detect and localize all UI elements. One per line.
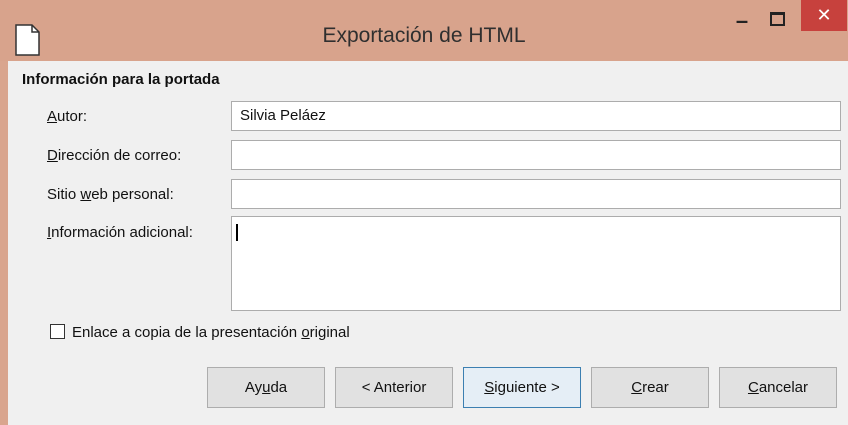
author-input[interactable]: Silvia Peláez <box>231 101 841 131</box>
maximize-button[interactable] <box>762 6 792 36</box>
next-button[interactable]: Siguiente > <box>463 367 581 408</box>
section-title: Información para la portada <box>22 71 220 88</box>
close-button[interactable]: ✕ <box>801 0 847 31</box>
help-button[interactable]: Ayuda <box>207 367 325 408</box>
email-input[interactable] <box>231 140 841 170</box>
window-title: Exportación de HTML <box>322 24 526 47</box>
back-button[interactable]: < Anterior <box>335 367 453 408</box>
text-caret <box>236 224 238 241</box>
create-button[interactable]: Crear <box>591 367 709 408</box>
link-original-label[interactable]: Enlace a copia de la presentación origin… <box>72 324 350 341</box>
minimize-button[interactable]: – <box>727 6 757 36</box>
website-label: Sitio web personal: <box>47 186 174 203</box>
additional-info-label: Información adicional: <box>47 224 193 241</box>
title-bar: Exportación de HTML – ✕ <box>0 0 848 61</box>
maximize-icon <box>770 12 785 26</box>
cancel-button[interactable]: Cancelar <box>719 367 837 408</box>
author-label: Autor: <box>47 108 88 125</box>
email-label: Dirección de correo: <box>47 147 182 164</box>
website-input[interactable] <box>231 179 841 209</box>
additional-info-textarea[interactable] <box>231 216 841 311</box>
link-original-checkbox[interactable] <box>50 324 65 339</box>
